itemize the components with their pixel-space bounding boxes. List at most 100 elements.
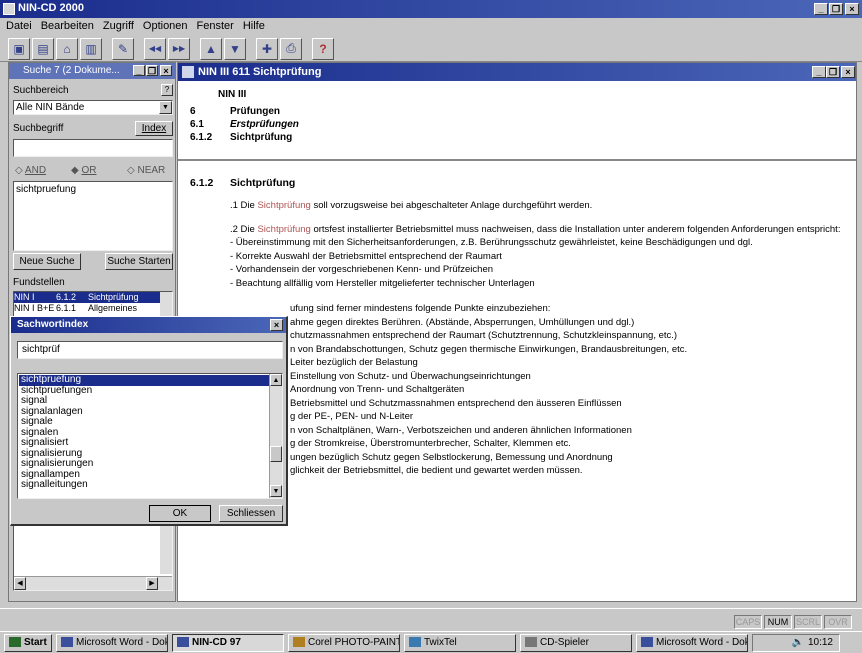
task-word-1[interactable]: Microsoft Word - Dok... [56,633,168,652]
new-search-button[interactable]: Neue Suche [13,253,81,270]
forward-icon[interactable]: ▶▶ [168,37,190,60]
num-indicator: NUM [764,615,792,629]
list-item[interactable]: signalanlagen [19,406,281,418]
scroll-down-icon[interactable]: ▼ [270,485,282,497]
result-row[interactable]: NIN I 6.1.2 Sichtprüfung [14,292,172,303]
minimize-button[interactable]: _ [814,3,828,15]
results-label: Fundstellen [13,277,65,288]
section-heading: 6.1.2 Sichtprüfung [190,177,296,189]
doc-minimize-button[interactable]: _ [812,66,826,78]
menu-fenster[interactable]: Fenster [197,20,234,33]
task-corel[interactable]: Corel PHOTO-PAINT 8 [288,633,400,652]
list-item[interactable]: signale [19,416,281,428]
volume-icon[interactable]: 🔈 [792,637,804,648]
start-search-button[interactable]: Suche Starten [105,253,173,270]
ovr-indicator: OVR [824,615,852,629]
bullet-item: Betriebsmittel und Schutzmassnahmen ents… [290,397,622,409]
and-option[interactable]: ◇ AND [15,165,46,176]
list-item[interactable]: signal [19,395,281,407]
scroll-right-icon[interactable]: ▶ [146,577,158,590]
scroll-thumb[interactable] [270,446,282,462]
results-hscrollbar[interactable]: ◀ ▶ [14,576,172,590]
near-option[interactable]: ◇ NEAR [127,165,165,176]
menu-hilfe[interactable]: Hilfe [243,20,265,33]
scroll-left-icon[interactable]: ◀ [14,577,26,590]
close-button[interactable]: × [845,3,859,15]
help-icon[interactable]: ? [312,37,334,60]
panel-maximize-button[interactable]: ❐ [146,65,158,76]
status-bar: CAPS NUM SCRL OVR [0,608,862,630]
list-item[interactable]: sichtpruefung [19,374,281,386]
chapter-row[interactable]: 6.1.2 Sichtprüfung [190,131,299,144]
chevron-down-icon[interactable]: ▼ [159,101,172,114]
panel-close-button[interactable]: × [160,65,172,76]
book-icon[interactable]: ▤ [32,37,54,60]
bullet-item: - Übereinstimmung mit den Sicherheitsanf… [230,237,753,248]
app-icon[interactable] [3,3,15,15]
nin-icon [177,636,189,647]
document-titlebar: NIN III 611 Sichtprüfung [178,63,856,81]
bullet-item: ahme gegen direktes Berühren. (Abstände,… [290,316,635,328]
index-button[interactable]: Index [135,121,173,136]
pen-icon[interactable]: ✎ [112,37,134,60]
list-item[interactable]: signalisierungen [19,458,281,470]
search-hit[interactable]: Sichtprüfung [257,200,310,211]
menu-bearbeiten[interactable]: Bearbeiten [41,20,94,33]
down-icon[interactable]: ▼ [224,37,246,60]
search-term-input[interactable] [13,139,173,157]
help-small-icon[interactable]: ? [161,84,173,96]
list-item[interactable]: signalisiert [19,437,281,449]
task-word-2[interactable]: Microsoft Word - Dok... [636,633,748,652]
result-row[interactable]: NIN I B+E 6.1.1 Allgemeines [14,303,172,314]
up-icon[interactable]: ▲ [200,37,222,60]
panel-minimize-button[interactable]: _ [133,65,145,76]
book-label: NIN III [218,89,247,100]
ok-button[interactable]: OK [149,505,211,522]
bullet-item: ungen bezüglich Schutz gegen Selbstlocke… [290,451,613,463]
menu-zugriff[interactable]: Zugriff [103,20,134,33]
back-icon[interactable]: ◀◀ [144,37,166,60]
bullet-item: n von Schaltplänen, Warn-, Verbotszeiche… [290,424,632,436]
search-area-select[interactable]: Alle NIN Bände ▼ [13,100,173,115]
paragraph-1: .1 Die Sichtprüfung soll vorzugsweise be… [230,200,593,211]
print-icon[interactable]: ⎙ [280,37,302,60]
search-hit[interactable]: Sichtprüfung [257,224,310,235]
document-icon [182,66,194,78]
scroll-up-icon[interactable]: ▲ [270,374,282,386]
bullet-item: Leiter bezüglich der Belastung [290,357,418,368]
task-cd-player[interactable]: CD-Spieler [520,633,632,652]
chapter-row[interactable]: 6 Prüfungen [190,105,299,118]
start-button[interactable]: Start [4,633,52,652]
clock: 10:12 [807,636,833,648]
doc-maximize-button[interactable]: ❐ [826,66,840,78]
house-icon[interactable]: ⌂ [56,37,78,60]
bullet-item: - Vorhandensein der vorgeschriebenen Ken… [230,264,494,275]
bullet-item: n von Brandabschottungen, Schutz gegen t… [290,343,688,355]
browser-icon[interactable]: ▣ [8,37,30,60]
dialog-close-icon[interactable]: × [270,319,283,331]
bookmark-icon[interactable]: ✚ [256,37,278,60]
menu-optionen[interactable]: Optionen [143,20,188,33]
index-search-input[interactable]: sichtprüf [17,341,283,359]
chapter-header: 6 Prüfungen 6.1 Erstprüfungen 6.1.2 Sich… [190,105,299,144]
list-item[interactable]: signalleitungen [19,479,281,491]
menu-datei[interactable]: Datei [6,20,32,33]
bullet-item: Einstellung von Schutz- und Überwachungs… [290,370,531,382]
header-divider [178,159,856,161]
document-icon[interactable]: ▥ [80,37,102,60]
or-option[interactable]: ◆ OR [71,165,96,176]
task-nin-cd[interactable]: NIN-CD 97 [172,633,284,652]
chapter-row[interactable]: 6.1 Erstprüfungen [190,118,299,131]
index-list[interactable]: sichtpruefung sichtpruefungen signal sig… [17,373,283,499]
query-textarea[interactable]: sichtpruefung [13,181,173,251]
close-dialog-button[interactable]: Schliessen [219,505,283,522]
index-scrollbar[interactable]: ▲ ▼ [269,374,282,498]
task-twixtel[interactable]: TwixTel [404,633,516,652]
corel-icon [293,636,305,647]
caps-indicator: CAPS [734,615,762,629]
list-item[interactable]: sichtpruefungen [19,385,281,397]
doc-close-button[interactable]: × [841,66,855,78]
maximize-button[interactable]: ❐ [829,3,843,15]
word-icon [61,636,73,647]
bullet-item: - Beachtung allfällig vom Hersteller mit… [230,277,535,289]
